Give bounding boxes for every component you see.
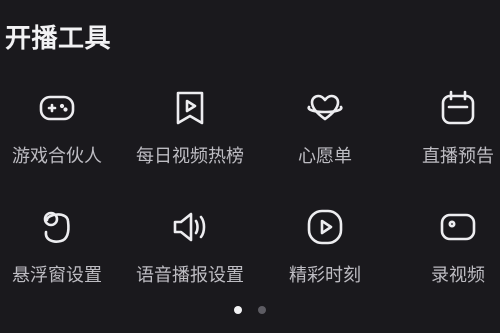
tool-label: 录视频 <box>431 265 485 286</box>
tool-floating-window-settings[interactable]: 悬浮窗设置 <box>0 207 122 287</box>
tool-voice-broadcast-settings[interactable]: 语音播报设置 <box>125 207 255 287</box>
live-tools-panel: 开播工具 游戏合伙人 每日视频热榜 心愿单 直播预告 悬浮窗设置 语音播报设置 … <box>0 0 500 333</box>
tool-label: 直播预告 <box>422 146 494 167</box>
tool-label: 每日视频热榜 <box>136 146 244 167</box>
bookmark-icon <box>170 88 210 128</box>
video-camera-icon <box>438 207 478 247</box>
page-dot[interactable] <box>258 306 266 314</box>
tool-live-preview[interactable]: 直播预告 <box>393 88 500 168</box>
gamepad-icon <box>37 88 77 128</box>
page-dot-active[interactable] <box>234 306 242 314</box>
calendar-icon <box>438 88 478 128</box>
floating-window-icon <box>37 207 77 247</box>
tool-highlights[interactable]: 精彩时刻 <box>260 207 390 287</box>
page-indicator <box>0 306 500 314</box>
heart-planet-icon <box>305 88 345 128</box>
tool-label: 游戏合伙人 <box>12 146 102 167</box>
tool-daily-video-chart[interactable]: 每日视频热榜 <box>125 88 255 168</box>
section-title: 开播工具 <box>5 24 112 54</box>
tool-label: 悬浮窗设置 <box>12 265 102 286</box>
tool-game-partner[interactable]: 游戏合伙人 <box>0 88 122 168</box>
tool-wish-list[interactable]: 心愿单 <box>260 88 390 168</box>
speaker-icon <box>170 207 210 247</box>
tool-label: 语音播报设置 <box>136 265 244 286</box>
tool-record-video[interactable]: 录视频 <box>393 207 500 287</box>
tool-label: 精彩时刻 <box>289 265 361 286</box>
play-circle-icon <box>305 207 345 247</box>
tool-label: 心愿单 <box>298 146 352 167</box>
